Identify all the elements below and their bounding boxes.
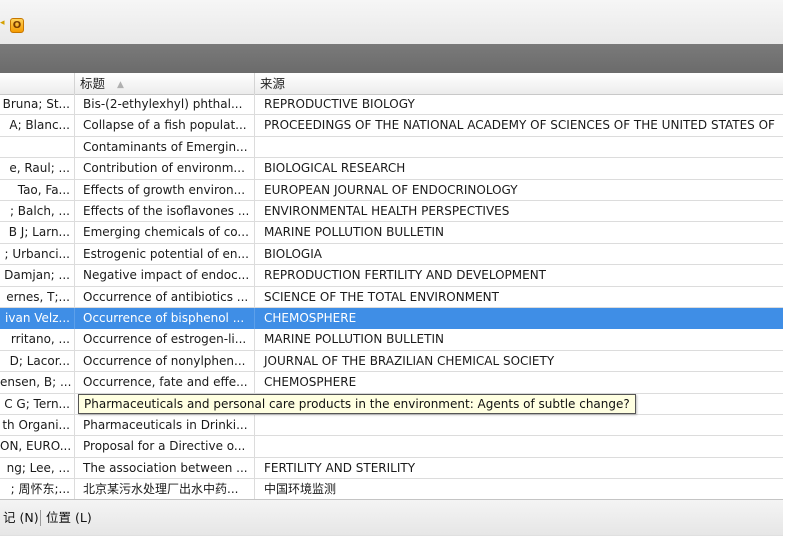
- cell-title: Contaminants of Emergin...: [75, 136, 255, 158]
- cell-source: [255, 415, 783, 436]
- cell-source: SCIENCE OF THE TOTAL ENVIRONMENT: [264, 289, 499, 304]
- tab-notes[interactable]: 记 (N): [3, 509, 39, 527]
- cell-source: [255, 436, 783, 457]
- cell-source: 中国环境监测: [264, 482, 337, 497]
- cell-source: BIOLOGICAL RESEARCH: [264, 161, 406, 176]
- cell-source: EUROPEAN JOURNAL OF ENDOCRINOLOGY: [264, 182, 518, 197]
- cell-author: ensen, B; ...: [0, 372, 75, 394]
- cell-title: Occurrence of nonylphen...: [75, 350, 255, 372]
- cell-title: Occurrence, fate and effe...: [75, 372, 255, 394]
- cell-author: th Organi...: [0, 415, 75, 436]
- table-row[interactable]: ON, EURO... Proposal for a Directive o...: [0, 436, 783, 458]
- tab-location[interactable]: 位置 (L): [46, 509, 92, 527]
- column-header-row: 标题 ▲ 来源: [0, 73, 783, 95]
- cell-title: 北京某污水处理厂出水中药...: [75, 479, 255, 499]
- table-row[interactable]: Contaminants of Emergin...: [0, 136, 783, 159]
- cell-source: MARINE POLLUTION BULLETIN: [264, 332, 444, 347]
- title-tooltip: Pharmaceuticals and personal care produc…: [78, 394, 636, 414]
- cell-title: Occurrence of estrogen-li...: [75, 329, 255, 351]
- cell-source: CHEMOSPHERE: [264, 311, 357, 325]
- table-row[interactable]: Bruna; St... Bis-(2-ethylexhyl) phthal...…: [0, 94, 783, 116]
- cell-source: [255, 137, 783, 158]
- cell-title: Pharmaceuticals in Drinki...: [75, 415, 255, 436]
- cell-title: Emerging chemicals of co...: [75, 222, 255, 244]
- table-row[interactable]: Tao, Fa... Effects of growth environ... EU…: [0, 179, 783, 201]
- cell-title: Occurrence of bisphenol ...: [75, 308, 255, 329]
- cell-author: ; 周怀东;...: [0, 479, 75, 499]
- cell-author: [0, 136, 75, 158]
- small-arrow-icon[interactable]: ◂: [0, 19, 6, 28]
- cell-title: Negative impact of endoc...: [75, 265, 255, 287]
- window-right-edge: [783, 0, 800, 545]
- table-row[interactable]: ng; Lee, ... The association between ... F…: [0, 457, 783, 480]
- cell-author: Damjan; ...: [0, 265, 75, 287]
- cell-author: Bruna; St...: [0, 94, 75, 115]
- top-toolbar: ◂ O: [0, 0, 783, 45]
- table-row[interactable]: D; Lacor... Occurrence of nonylphen... JOU…: [0, 350, 783, 373]
- cell-author: B J; Larn...: [0, 222, 75, 244]
- orange-reference-icon[interactable]: O: [10, 18, 24, 33]
- table-row[interactable]: B J; Larn... Emerging chemicals of co... M…: [0, 222, 783, 244]
- cell-title: The association between ...: [75, 457, 255, 479]
- cell-author: ; Urbanci...: [0, 243, 75, 265]
- table-row[interactable]: A; Blanc... Collapse of a fish populat...…: [0, 115, 783, 137]
- table-row[interactable]: ensen, B; ... Occurrence, fate and effe..…: [0, 372, 783, 394]
- table-row[interactable]: ; Urbanci... Estrogenic potential of en..…: [0, 243, 783, 266]
- column-header-title[interactable]: 标题 ▲: [75, 73, 255, 94]
- status-strip: [0, 535, 783, 546]
- cell-author: rritano, ...: [0, 329, 75, 351]
- table-row[interactable]: ; 周怀东;... 北京某污水处理厂出水中药... 中国环境监测: [0, 479, 783, 499]
- cell-title: Bis-(2-ethylexhyl) phthal...: [75, 94, 255, 115]
- cell-author: C G; Tern...: [0, 393, 75, 415]
- table-row[interactable]: rritano, ... Occurrence of estrogen-li...…: [0, 329, 783, 351]
- table-row[interactable]: ; Balch, ... Effects of the isoflavones .…: [0, 201, 783, 223]
- cell-author: A; Blanc...: [0, 115, 75, 137]
- cell-source: REPRODUCTION FERTILITY AND DEVELOPMENT: [264, 268, 546, 283]
- cell-source: CHEMOSPHERE: [264, 375, 357, 390]
- cell-author: Tao, Fa...: [0, 179, 75, 201]
- cell-author: e, Raul; ...: [0, 158, 75, 180]
- table-row[interactable]: e, Raul; ... Contribution of environm... B…: [0, 158, 783, 180]
- cell-author: ivan Velz...: [0, 308, 75, 329]
- cell-source: ENVIRONMENTAL HEALTH PERSPECTIVES: [264, 204, 510, 218]
- table-row[interactable]: Damjan; ... Negative impact of endoc... RE…: [0, 265, 783, 287]
- source-header-label: 来源: [260, 76, 286, 91]
- bottom-tab-bar: 记 (N) 位置 (L): [0, 499, 783, 536]
- cell-title: Collapse of a fish populat...: [75, 115, 255, 137]
- sort-ascending-icon: ▲: [117, 80, 124, 90]
- cell-author: D; Lacor...: [0, 350, 75, 372]
- cell-author: ng; Lee, ...: [0, 457, 75, 479]
- cell-source: FERTILITY AND STERILITY: [264, 460, 416, 475]
- cell-title: Contribution of environm...: [75, 158, 255, 180]
- cell-source: JOURNAL OF THE BRAZILIAN CHEMICAL SOCIET…: [264, 353, 555, 368]
- cell-source: MARINE POLLUTION BULLETIN: [264, 225, 444, 240]
- column-header-author[interactable]: [0, 73, 75, 94]
- cell-source: PROCEEDINGS OF THE NATIONAL ACADEMY OF S…: [264, 118, 775, 133]
- cell-title: Proposal for a Directive o...: [75, 436, 255, 458]
- cell-author: ON, EURO...: [0, 436, 75, 458]
- cell-source: REPRODUCTIVE BIOLOGY: [264, 97, 415, 111]
- cell-author: ; Balch, ...: [0, 201, 75, 222]
- cell-title: Effects of growth environ...: [75, 179, 255, 201]
- column-header-source[interactable]: 来源: [255, 73, 783, 94]
- cell-title: Effects of the isoflavones ...: [75, 201, 255, 222]
- dark-toolbar-strip: [0, 44, 783, 74]
- table-row[interactable]: th Organi... Pharmaceuticals in Drinki...: [0, 415, 783, 437]
- cell-author: ernes, T;...: [0, 286, 75, 308]
- tab-divider: [40, 510, 41, 526]
- table-row[interactable]: ivan Velz... Occurrence of bisphenol ... C…: [0, 308, 783, 330]
- reference-list: 标题 ▲ 来源 Bruna; St... Bis-(2-ethylexhyl) ph…: [0, 73, 783, 499]
- cell-source: BIOLOGIA: [264, 246, 322, 261]
- cell-title: Occurrence of antibiotics ...: [75, 286, 255, 308]
- table-row[interactable]: ernes, T;... Occurrence of antibiotics ..…: [0, 286, 783, 308]
- title-header-label: 标题: [80, 76, 106, 91]
- cell-title: Estrogenic potential of en...: [75, 243, 255, 265]
